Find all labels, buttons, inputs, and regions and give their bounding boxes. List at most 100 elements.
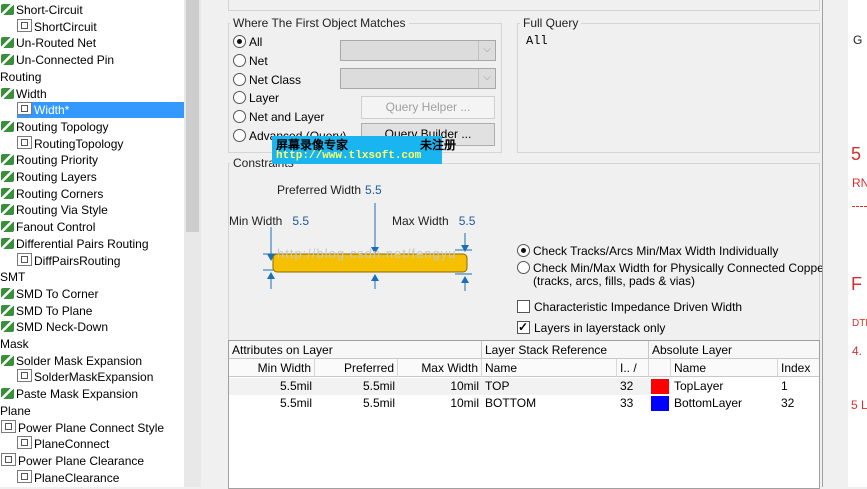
radio-dot[interactable]: [233, 35, 246, 48]
tree-item-label: SolderMaskExpansion: [34, 370, 154, 385]
radio-dot[interactable]: [517, 244, 530, 257]
tree-item[interactable]: Routing Topology: [1, 119, 109, 135]
tree-item[interactable]: SMD To Corner: [1, 286, 98, 302]
full-query-group: [517, 23, 820, 153]
tree-item-label: Short-Circuit: [16, 3, 83, 17]
net-rule-icon: [1, 304, 14, 316]
tree-item[interactable]: Solder Mask Expansion: [1, 353, 142, 369]
radio-dot[interactable]: [233, 54, 246, 67]
tree-item[interactable]: Routing Layers: [1, 169, 97, 185]
tree-item-label: Routing Layers: [16, 170, 97, 184]
tree-item-label: ShortCircuit: [34, 19, 97, 34]
net-rule-icon: [1, 287, 14, 299]
net-rule-icon: [1, 54, 14, 66]
tree-item-label: Solder Mask Expansion: [16, 353, 143, 368]
query-helper-button[interactable]: Query Helper ...: [361, 96, 495, 119]
cell-max-width[interactable]: 10mil: [398, 378, 482, 395]
tree-item-label: Mask: [0, 337, 29, 351]
net-combo[interactable]: ⌵: [340, 40, 496, 61]
chevron-down-icon[interactable]: ⌵: [478, 41, 495, 60]
net-rule-icon: [1, 120, 14, 132]
cell-min-width[interactable]: 5.5mil: [229, 395, 315, 412]
chevron-down-icon[interactable]: ⌵: [478, 69, 495, 88]
radio-dot[interactable]: [233, 129, 246, 142]
tree-item[interactable]: DiffPairsRouting: [17, 252, 120, 269]
tree-item[interactable]: Routing Corners: [1, 186, 103, 202]
tree-item[interactable]: SMD To Plane: [1, 303, 92, 319]
tree-item[interactable]: Paste Mask Expansion: [1, 386, 138, 402]
col-max-width[interactable]: Max Width: [398, 359, 482, 377]
tree-item-label: Routing Via Style: [16, 203, 108, 218]
radio-check-individually[interactable]: Check Tracks/Arcs Min/Max Width Individu…: [517, 243, 778, 259]
net-rule-icon: [1, 221, 14, 233]
tree-item[interactable]: Un-Connected Pin: [1, 52, 114, 68]
col-index[interactable]: I.. /: [617, 359, 649, 377]
radio-all[interactable]: All: [233, 34, 262, 50]
tree-item[interactable]: Power Plane Clearance: [1, 452, 144, 469]
arrow-down-icon: [461, 245, 469, 252]
checkbox-box[interactable]: [517, 300, 530, 313]
radio-net-class[interactable]: Net Class: [233, 72, 301, 88]
header-absolute-layer: Absolute Layer: [649, 341, 819, 359]
tree-item[interactable]: RoutingTopology: [17, 135, 123, 152]
cell-min-width[interactable]: 5.5mil: [229, 378, 315, 395]
radio-layer[interactable]: Layer: [233, 90, 279, 106]
col-absolute-index[interactable]: Index: [778, 359, 819, 377]
col-preferred-size[interactable]: Preferred Size: [315, 359, 398, 393]
arrow-up-icon: [371, 274, 379, 281]
tree-item[interactable]: Short-Circuit: [1, 2, 83, 18]
tree-item-label: PlaneClearance: [34, 470, 120, 485]
tree-item[interactable]: Width*: [17, 102, 184, 119]
tree-item-label: Routing Priority: [16, 153, 99, 168]
checkbox-box[interactable]: [517, 319, 530, 335]
cell-preferred-size[interactable]: 5.5mil: [315, 395, 398, 412]
tree-item[interactable]: ShortCircuit: [17, 18, 97, 35]
net-rule-icon: [1, 87, 14, 99]
blog-watermark: http://blog.csdn.net/fengyu: [277, 246, 457, 261]
radio-net-and-layer[interactable]: Net and Layer: [233, 109, 324, 125]
tree-item[interactable]: Un-Routed Net: [1, 35, 96, 51]
layerstack-only-checkbox[interactable]: Layers in layerstack only: [517, 319, 665, 336]
impedance-checkbox[interactable]: Characteristic Impedance Driven Width: [517, 299, 742, 315]
col-min-width[interactable]: Min Width: [229, 359, 315, 377]
full-query-text[interactable]: All: [526, 34, 548, 48]
radio-dot[interactable]: [233, 91, 246, 104]
tree-item[interactable]: Routing Via Style: [1, 202, 108, 218]
tree-item[interactable]: SMD Neck-Down: [1, 319, 108, 335]
tree-item[interactable]: Power Plane Connect Style: [1, 419, 165, 436]
tree-item[interactable]: Differential Pairs Routing: [1, 236, 149, 252]
radio-check-connected-note: (tracks, arcs, fills, pads & vias): [533, 274, 696, 288]
header-layer-stack-reference: Layer Stack Reference: [482, 341, 649, 359]
arrow-up-icon: [461, 276, 469, 283]
tree-item-label: Width*: [34, 103, 70, 118]
rule-icon: [17, 369, 32, 383]
tree-item[interactable]: Fanout Control: [1, 219, 95, 235]
tree-item[interactable]: Routing Priority: [1, 152, 98, 168]
col-color[interactable]: [649, 359, 671, 377]
cell-max-width[interactable]: 10mil: [398, 395, 482, 412]
radio-dot[interactable]: [517, 261, 530, 274]
tree-item[interactable]: PlaneConnect: [17, 436, 109, 452]
tree-item-label: SMD To Plane: [16, 303, 93, 318]
tree-item-label: Power Plane Connect Style: [18, 420, 165, 435]
tree-item[interactable]: Width: [1, 86, 47, 102]
radio-dot[interactable]: [233, 73, 246, 86]
col-absolute-name[interactable]: Name: [671, 359, 778, 377]
layer-color-swatch: [651, 396, 669, 411]
tree-item[interactable]: SolderMaskExpansion: [17, 369, 153, 385]
tree-item[interactable]: PlaneClearance: [17, 469, 120, 486]
tree-item[interactable]: Plane: [0, 403, 31, 419]
net-class-combo[interactable]: ⌵: [340, 68, 496, 89]
cell-preferred-size[interactable]: 5.5mil: [315, 378, 398, 395]
tree-item[interactable]: SMT: [0, 269, 25, 285]
radio-net[interactable]: Net: [233, 53, 268, 69]
splitter[interactable]: [201, 0, 225, 487]
rule-icon: [17, 252, 32, 266]
tree-scrollbar-thumb[interactable]: [186, 0, 199, 232]
radio-dot[interactable]: [233, 110, 246, 123]
name-group-frame: [228, 0, 820, 11]
col-name[interactable]: Name: [482, 359, 617, 377]
right-fragment: F: [851, 274, 862, 294]
tree-item[interactable]: Routing: [0, 69, 41, 85]
tree-item[interactable]: Mask: [0, 336, 29, 352]
